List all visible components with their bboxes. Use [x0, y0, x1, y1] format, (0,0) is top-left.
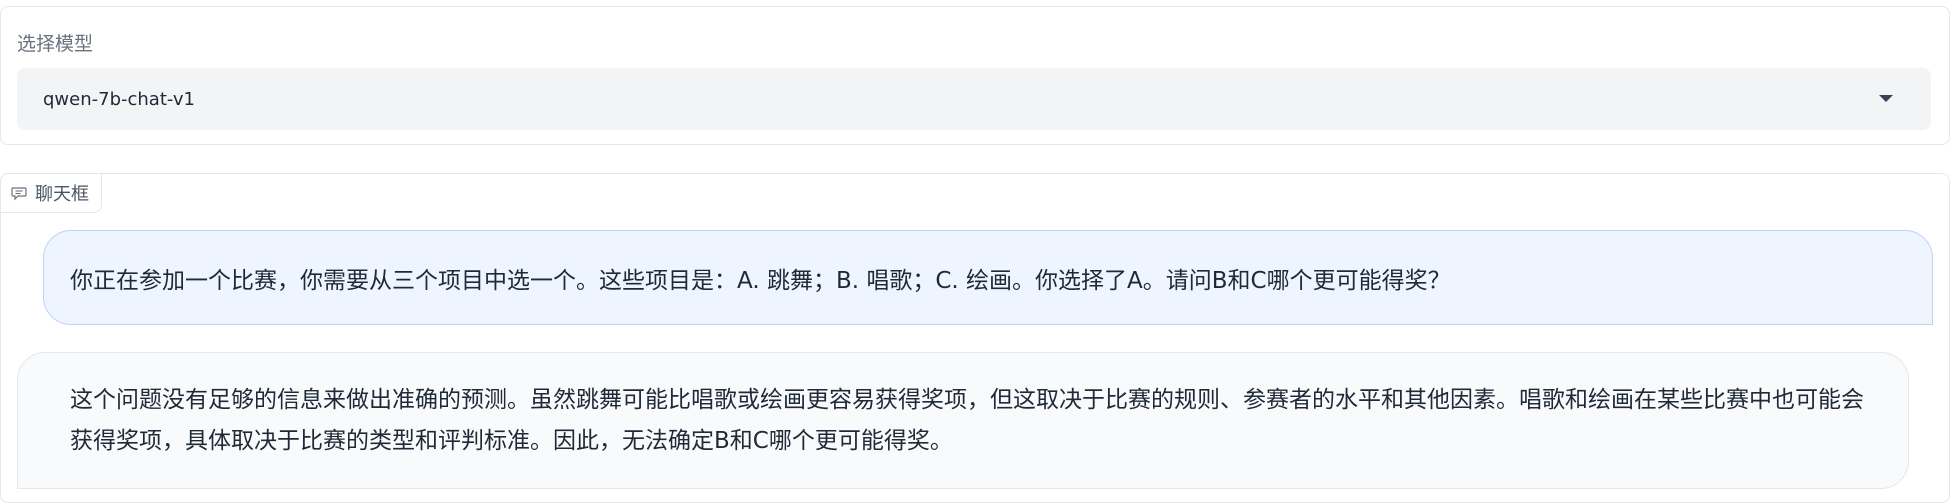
chevron-down-icon[interactable]	[1879, 95, 1893, 102]
bot-message-text: 这个问题没有足够的信息来做出准确的预测。虽然跳舞可能比唱歌或绘画更容易获得奖项，…	[70, 387, 1864, 454]
user-message-text: 你正在参加一个比赛，你需要从三个项目中选一个。这些项目是：A. 跳舞；B. 唱歌…	[70, 267, 1451, 294]
chatbot-tab: 聊天框	[0, 173, 102, 213]
model-dropdown-value: qwen-7b-chat-v1	[43, 88, 196, 110]
model-dropdown[interactable]: qwen-7b-chat-v1	[17, 68, 1931, 130]
chat-bubble-icon	[11, 187, 27, 201]
bot-message: 这个问题没有足够的信息来做出准确的预测。虽然跳舞可能比唱歌或绘画更容易获得奖项，…	[17, 352, 1909, 489]
chatbot-panel: 聊天框 你正在参加一个比赛，你需要从三个项目中选一个。这些项目是：A. 跳舞；B…	[0, 173, 1950, 503]
model-selector-label: 选择模型	[17, 33, 94, 55]
user-message: 你正在参加一个比赛，你需要从三个项目中选一个。这些项目是：A. 跳舞；B. 唱歌…	[43, 230, 1933, 325]
model-selector-panel: 选择模型 qwen-7b-chat-v1	[0, 6, 1950, 145]
chatbot-tab-label: 聊天框	[35, 184, 89, 205]
